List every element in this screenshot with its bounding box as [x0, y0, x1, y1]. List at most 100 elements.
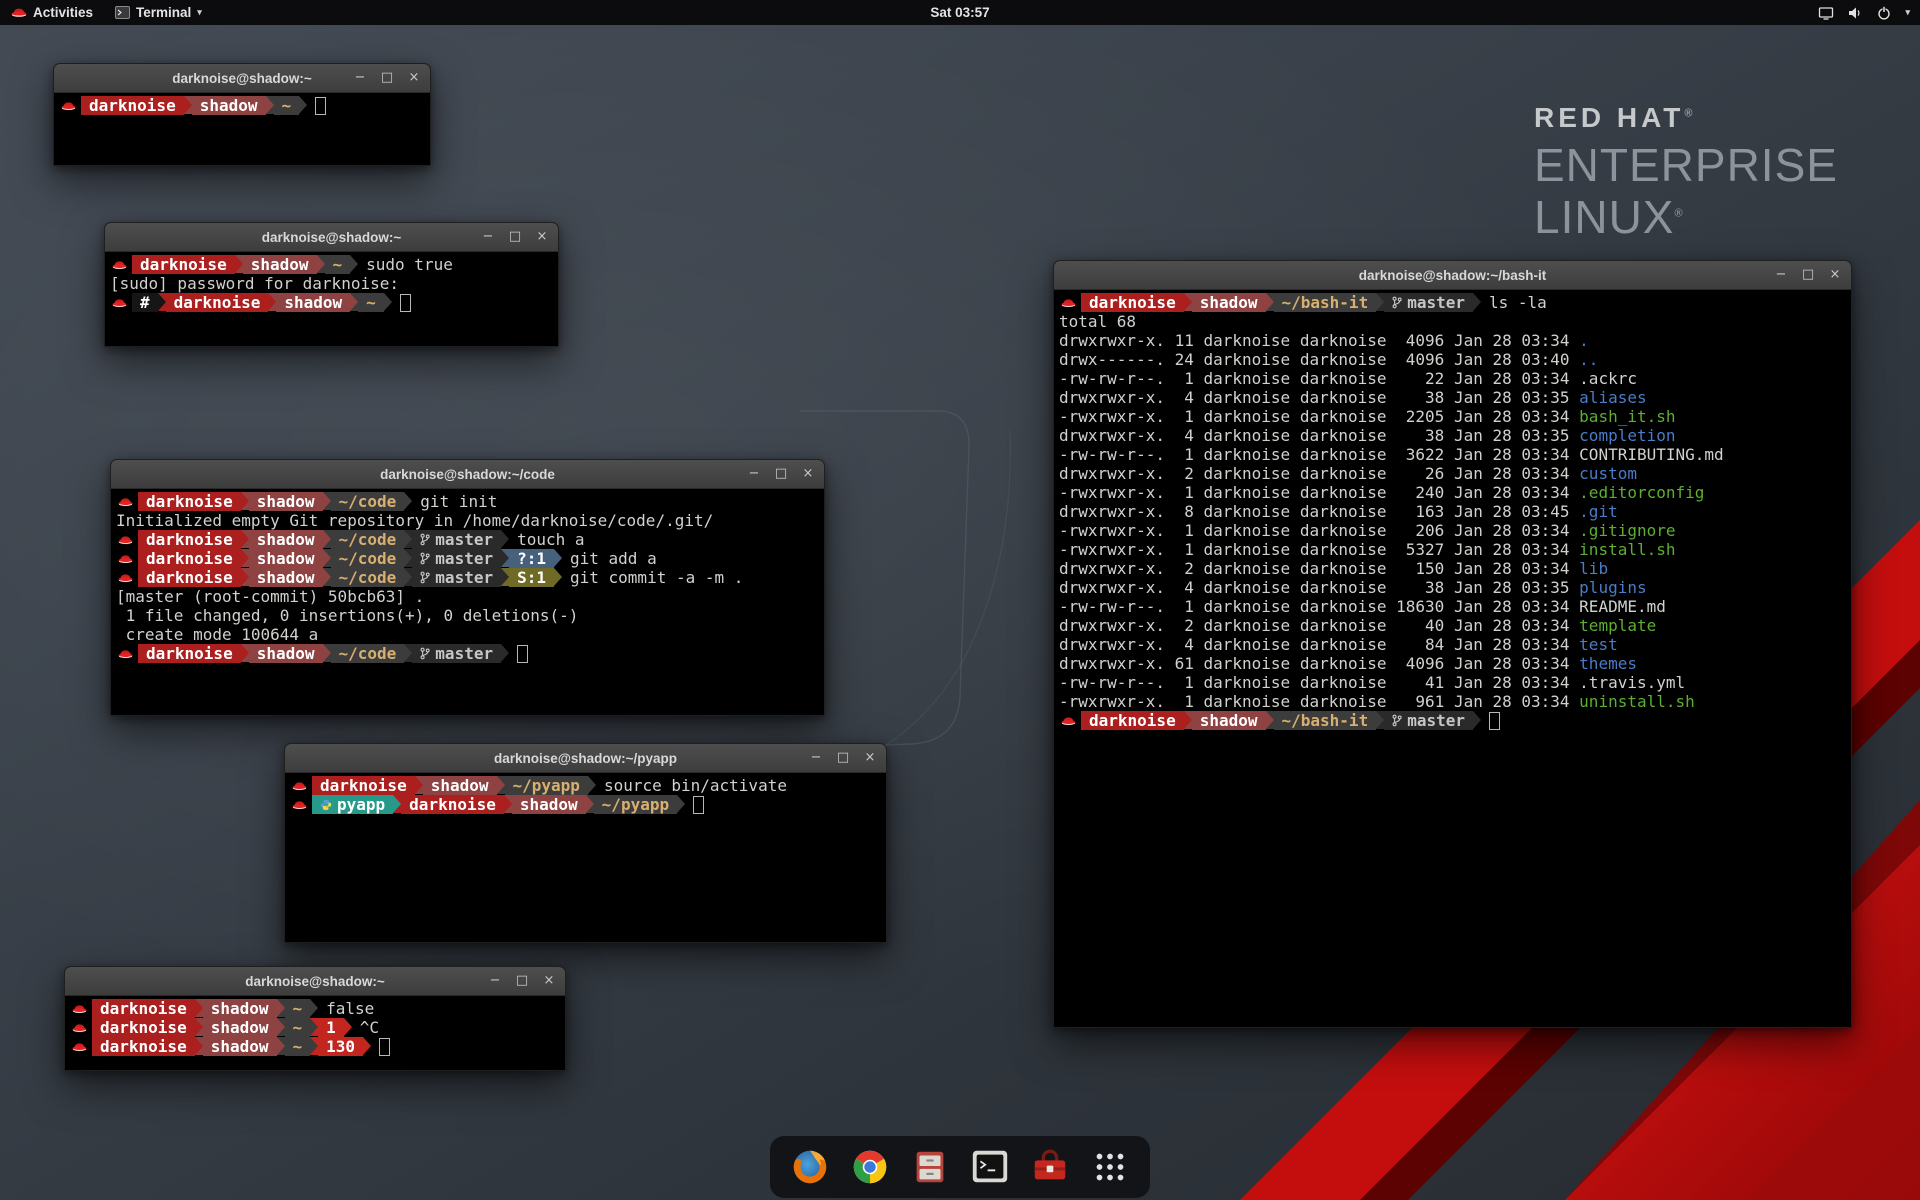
- close-button[interactable]: ×: [535, 230, 549, 244]
- show-apps-grid-icon: [1089, 1146, 1131, 1188]
- terminal-text: [master (root-commit) 50bcb63] .: [116, 587, 424, 606]
- terminal-line: Initialized empty Git repository in /hom…: [116, 511, 820, 530]
- terminal-window[interactable]: darknoise@shadow:~−□×darknoiseshadow~: [53, 63, 431, 166]
- powerline-separator-icon: [323, 568, 331, 586]
- terminal-line: darknoiseshadow~/codemaster?:1git add a: [116, 549, 820, 568]
- terminal-body[interactable]: darknoiseshadow~falsedarknoiseshadow~1^C…: [65, 996, 565, 1071]
- branch-icon: [1392, 714, 1402, 727]
- window-title: darknoise@shadow:~/code: [380, 467, 555, 482]
- minimize-button[interactable]: −: [353, 71, 367, 85]
- dock-item-software[interactable]: [1026, 1143, 1074, 1191]
- dock-item-firefox[interactable]: [786, 1143, 834, 1191]
- powerline-separator-icon: [1184, 711, 1192, 729]
- maximize-button[interactable]: □: [380, 71, 394, 85]
- terminal-body[interactable]: darknoiseshadow~: [54, 93, 430, 166]
- terminal-line: drwxrwxr-x. 8 darknoise darknoise 163 Ja…: [1059, 502, 1847, 521]
- dock-item-chrome[interactable]: [846, 1143, 894, 1191]
- prompt-path-segment: ~/pyapp: [505, 776, 588, 795]
- maximize-button[interactable]: □: [1801, 268, 1815, 282]
- powerline-separator-icon: [501, 549, 509, 567]
- branch-icon: [1392, 296, 1402, 309]
- powerline-separator-icon: [404, 549, 412, 567]
- terminal-line: drwxrwxr-x. 2 darknoise darknoise 150 Ja…: [1059, 559, 1847, 578]
- prompt-untracked-segment: ?:1: [509, 549, 554, 568]
- prompt-host-segment: shadow: [192, 96, 266, 115]
- window-titlebar[interactable]: darknoise@shadow:~/bash-it−□×: [1054, 261, 1851, 290]
- prompt-user-segment: darknoise: [92, 1037, 195, 1056]
- powerline-separator-icon: [1266, 293, 1274, 311]
- prompt-path-segment: ~: [285, 999, 311, 1018]
- terminal-text: create mode 100644 a: [116, 625, 318, 644]
- dock-item-show-apps[interactable]: [1086, 1143, 1134, 1191]
- close-button[interactable]: ×: [863, 751, 877, 765]
- powerline-separator-icon: [350, 293, 358, 311]
- terminal-line: drwxrwxr-x. 4 darknoise darknoise 84 Jan…: [1059, 635, 1847, 654]
- terminal-text: drwxrwxr-x. 2 darknoise darknoise 40 Jan…: [1059, 616, 1579, 635]
- terminal-body[interactable]: darknoiseshadow~/bash-itmasterls -latota…: [1054, 290, 1851, 1028]
- terminal-window[interactable]: darknoise@shadow:~−□×darknoiseshadow~fal…: [64, 966, 566, 1071]
- close-button[interactable]: ×: [1828, 268, 1842, 282]
- file-cabinet-icon: [909, 1146, 951, 1188]
- powerline-separator-icon: [277, 1037, 285, 1055]
- terminal-window[interactable]: darknoise@shadow:~/pyapp−□×darknoiseshad…: [284, 743, 887, 943]
- minimize-button[interactable]: −: [481, 230, 495, 244]
- terminal-text: -rw-rw-r--. 1 darknoise darknoise 18630 …: [1059, 597, 1579, 616]
- powerline-separator-icon: [241, 644, 249, 662]
- powerline-separator-icon: [404, 530, 412, 548]
- powerline-separator-icon: [586, 795, 594, 813]
- close-button[interactable]: ×: [801, 467, 815, 481]
- terminal-window[interactable]: darknoise@shadow:~/bash-it−□×darknoisesh…: [1053, 260, 1852, 1028]
- window-titlebar[interactable]: darknoise@shadow:~−□×: [54, 64, 430, 93]
- minimize-button[interactable]: −: [1774, 268, 1788, 282]
- redhat-icon: [72, 1042, 87, 1052]
- prompt-path-segment: ~/code: [331, 492, 405, 511]
- firefox-icon: [789, 1146, 831, 1188]
- terminal-text: drwxrwxr-x. 61 darknoise darknoise 4096 …: [1059, 654, 1579, 673]
- terminal-line: -rw-rw-r--. 1 darknoise darknoise 18630 …: [1059, 597, 1847, 616]
- powerline-separator-icon: [1376, 293, 1384, 311]
- prompt-host-segment: shadow: [249, 530, 323, 549]
- clock[interactable]: Sat 03:57: [930, 0, 989, 25]
- redhat-icon: [61, 101, 76, 111]
- dock-item-files[interactable]: [906, 1143, 954, 1191]
- prompt-host-segment: shadow: [249, 549, 323, 568]
- app-menu-terminal[interactable]: Terminal ▾: [104, 0, 213, 25]
- terminal-window[interactable]: darknoise@shadow:~/code −□ × darknoiseshado…: [110, 459, 825, 716]
- window-titlebar[interactable]: darknoise@shadow:~−□×: [105, 223, 558, 252]
- terminal-window[interactable]: darknoise@shadow:~−□×darknoiseshadow~sud…: [104, 222, 559, 347]
- window-titlebar[interactable]: darknoise@shadow:~/pyapp−□×: [285, 744, 886, 773]
- terminal-text: ^C: [360, 1018, 379, 1037]
- window-titlebar[interactable]: darknoise@shadow:~/code −□ ×: [111, 460, 824, 489]
- window-titlebar[interactable]: darknoise@shadow:~−□×: [65, 967, 565, 996]
- maximize-button[interactable]: □: [836, 751, 850, 765]
- maximize-button[interactable]: □: [774, 467, 788, 481]
- minimize-button[interactable]: −: [488, 974, 502, 988]
- maximize-button[interactable]: □: [515, 974, 529, 988]
- maximize-button[interactable]: □: [508, 230, 522, 244]
- activities-button[interactable]: Activities: [0, 0, 104, 25]
- terminal-body[interactable]: darknoiseshadow~sudo true[sudo] password…: [105, 252, 558, 347]
- powerline-separator-icon: [588, 776, 596, 794]
- terminal-text: ..: [1579, 350, 1598, 369]
- terminal-line: darknoiseshadow~/bash-itmaster: [1059, 711, 1847, 730]
- powerline-separator-icon: [241, 568, 249, 586]
- system-status-area[interactable]: ▾: [1818, 0, 1920, 25]
- close-button[interactable]: ×: [542, 974, 556, 988]
- terminal-line: -rw-rw-r--. 1 darknoise darknoise 41 Jan…: [1059, 673, 1847, 692]
- prompt-root-segment: #: [132, 293, 158, 312]
- powerline-separator-icon: [393, 795, 401, 813]
- minimize-button[interactable]: −: [809, 751, 823, 765]
- terminal-body[interactable]: darknoiseshadow~/pyappsource bin/activat…: [285, 773, 886, 943]
- prompt-exitcode-segment: 1: [318, 1018, 344, 1037]
- prompt-user-segment: darknoise: [401, 795, 504, 814]
- dock-item-terminal[interactable]: [966, 1143, 1014, 1191]
- prompt-host-segment: shadow: [249, 644, 323, 663]
- terminal-text: -rwxrwxr-x. 1 darknoise darknoise 2205 J…: [1059, 407, 1579, 426]
- terminal-text: -rw-rw-r--. 1 darknoise darknoise 41 Jan…: [1059, 673, 1579, 692]
- terminal-body[interactable]: darknoiseshadow~/codegit initInitialized…: [111, 489, 824, 716]
- branch-icon: [420, 647, 430, 660]
- minimize-button[interactable]: −: [747, 467, 761, 481]
- powerline-separator-icon: [344, 1018, 352, 1036]
- close-button[interactable]: ×: [407, 71, 421, 85]
- prompt-path-segment: ~/bash-it: [1274, 711, 1377, 730]
